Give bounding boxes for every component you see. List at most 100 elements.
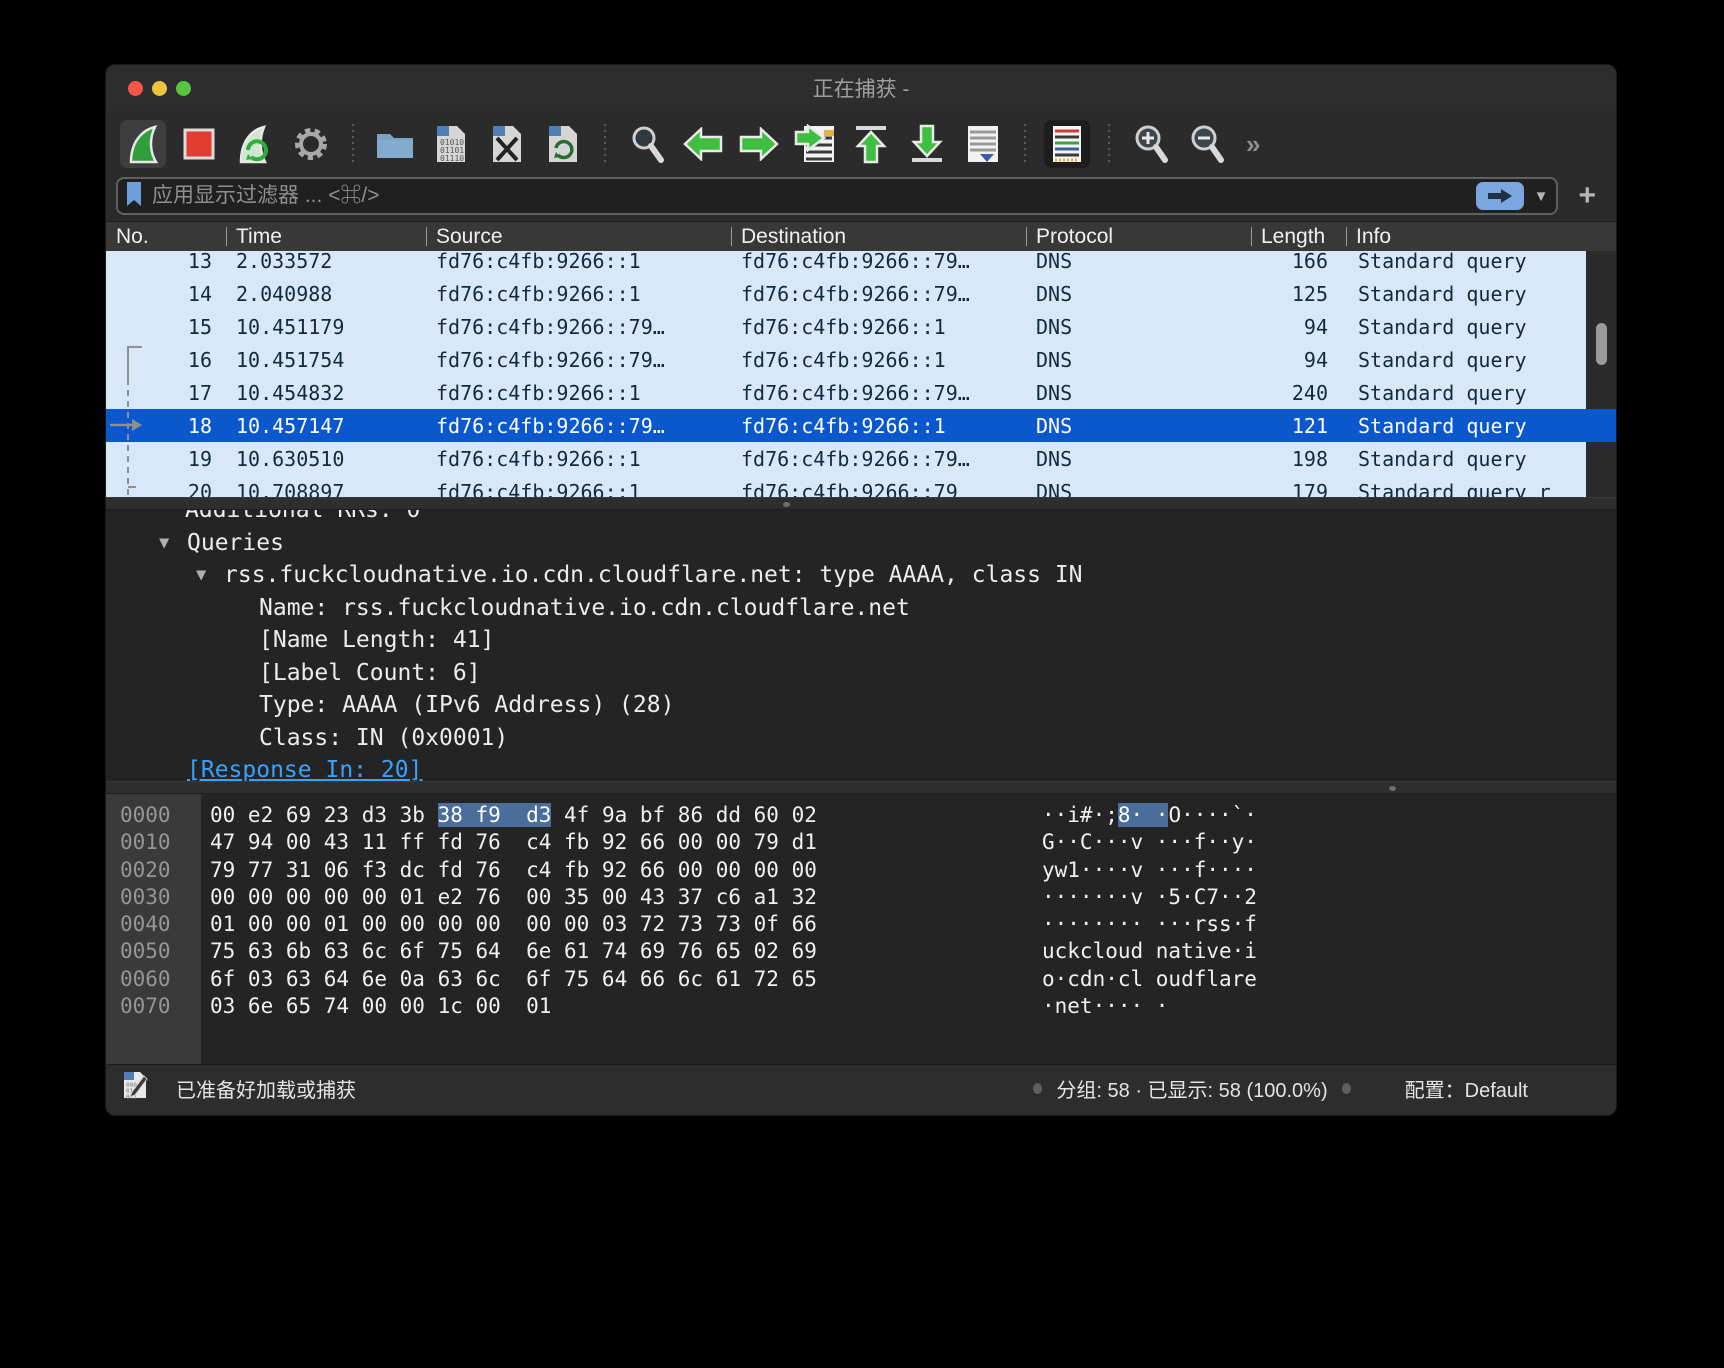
reload-document-icon: [547, 124, 579, 164]
hex-row[interactable]: 005075 63 6b 63 6c 6f 75 64 6e 61 74 69 …: [106, 938, 1616, 965]
cell-no: 19: [106, 447, 226, 471]
column-header-protocol[interactable]: Protocol: [1026, 222, 1251, 251]
close-file-button[interactable]: [484, 120, 530, 168]
tree-row[interactable]: ▼rss.fuckcloudnative.io.cdn.cloudflare.n…: [106, 559, 1616, 592]
tree-row[interactable]: [Name Length: 41]: [106, 624, 1616, 657]
packet-row[interactable]: 13 2.033572 fd76:c4fb:9266::1 fd76:c4fb:…: [106, 251, 1586, 277]
zoom-window-button[interactable]: [176, 81, 191, 96]
cell-length: 166: [1251, 251, 1346, 273]
hex-offset: 0070: [106, 993, 201, 1020]
expander-triangle-icon[interactable]: ▼: [196, 559, 224, 592]
go-to-packet-button[interactable]: [792, 120, 838, 168]
capture-options-button[interactable]: [288, 120, 334, 168]
packet-row[interactable]: 16 10.451754 fd76:c4fb:9266::79… fd76:c4…: [106, 343, 1586, 376]
pane-splitter-bottom[interactable]: [106, 781, 1616, 794]
cell-no: 20: [106, 480, 226, 498]
hex-offset: 0060: [106, 966, 201, 993]
stop-capture-button[interactable]: [176, 120, 222, 168]
bookmark-icon[interactable]: [124, 180, 144, 213]
tree-row[interactable]: ▼Queries: [106, 527, 1616, 560]
tree-row[interactable]: Type: AAAA (IPv6 Address) (28): [106, 689, 1616, 722]
packet-row[interactable]: 18 10.457147 fd76:c4fb:9266::79… fd76:c4…: [106, 409, 1616, 442]
hex-offset: 0010: [106, 829, 201, 856]
zoom-out-icon: [1188, 124, 1226, 164]
reload-file-button[interactable]: [540, 120, 586, 168]
tree-row[interactable]: [Response In: 20]: [106, 754, 1616, 781]
packet-row[interactable]: 14 2.040988 fd76:c4fb:9266::1 fd76:c4fb:…: [106, 277, 1586, 310]
tree-row[interactable]: [Label Count: 6]: [106, 657, 1616, 690]
detail-tree: ▼Queries ▼rss.fuckcloudnative.io.cdn.clo…: [106, 527, 1616, 782]
close-window-button[interactable]: [128, 81, 143, 96]
hex-row[interactable]: 004001 00 00 01 00 00 00 00 00 00 03 72 …: [106, 911, 1616, 938]
hex-bytes: 47 94 00 43 11 ff fd 76 c4 fb 92 66 00 0…: [201, 829, 817, 856]
go-last-button[interactable]: [904, 120, 950, 168]
packet-row[interactable]: 20 10.708897 fd76:c4fb:9266::1 fd76:c4fb…: [106, 475, 1586, 497]
save-file-button[interactable]: 01010 01101 01110: [428, 120, 474, 168]
cell-source: fd76:c4fb:9266::79…: [426, 348, 731, 372]
cell-length: 240: [1251, 381, 1346, 405]
display-filter-field[interactable]: ▼: [116, 177, 1558, 215]
restart-capture-button[interactable]: [232, 120, 278, 168]
tree-row[interactable]: Class: IN (0x0001): [106, 722, 1616, 755]
zoom-out-button[interactable]: [1184, 120, 1230, 168]
column-header-length[interactable]: Length: [1251, 222, 1346, 251]
packet-row[interactable]: 17 10.454832 fd76:c4fb:9266::1 fd76:c4fb…: [106, 376, 1586, 409]
cell-info: Standard query: [1346, 282, 1586, 306]
wireshark-window: 正在捕获 -: [105, 64, 1617, 1116]
column-header-source[interactable]: Source: [426, 222, 731, 251]
go-forward-button[interactable]: [736, 120, 782, 168]
packet-list-header: No. Time Source Destination Protocol Len…: [106, 221, 1616, 251]
cell-protocol: DNS: [1026, 282, 1251, 306]
hex-row[interactable]: 002079 77 31 06 f3 dc fd 76 c4 fb 92 66 …: [106, 857, 1616, 884]
packet-bytes-pane: 000000 e2 69 23 d3 3b 38 f9 d3 4f 9a bf …: [106, 794, 1616, 1064]
minimize-window-button[interactable]: [152, 81, 167, 96]
open-file-button[interactable]: [372, 120, 418, 168]
toolbar-separator: [1024, 124, 1026, 164]
cell-source: fd76:c4fb:9266::79…: [426, 315, 731, 339]
cell-time: 10.708897: [226, 480, 426, 498]
zoom-in-button[interactable]: [1128, 120, 1174, 168]
packet-list: 13 2.033572 fd76:c4fb:9266::1 fd76:c4fb:…: [106, 251, 1616, 497]
shark-fin-icon: [124, 124, 162, 164]
column-header-time[interactable]: Time: [226, 222, 426, 251]
hex-row[interactable]: 00606f 03 63 64 6e 0a 63 6c 6f 75 64 66 …: [106, 966, 1616, 993]
cell-protocol: DNS: [1026, 348, 1251, 372]
splitter-grip: [783, 502, 790, 507]
cell-protocol: DNS: [1026, 315, 1251, 339]
column-header-destination[interactable]: Destination: [731, 222, 1026, 251]
hex-row[interactable]: 001047 94 00 43 11 ff fd 76 c4 fb 92 66 …: [106, 829, 1616, 856]
packet-row[interactable]: 19 10.630510 fd76:c4fb:9266::1 fd76:c4fb…: [106, 442, 1586, 475]
hex-bytes: 75 63 6b 63 6c 6f 75 64 6e 61 74 69 76 6…: [201, 938, 817, 965]
cell-length: 121: [1251, 414, 1346, 438]
cell-info: Standard query: [1346, 315, 1586, 339]
hex-row[interactable]: 003000 00 00 00 00 01 e2 76 00 35 00 43 …: [106, 884, 1616, 911]
expander-triangle-icon[interactable]: ▼: [159, 527, 187, 560]
go-back-button[interactable]: [680, 120, 726, 168]
profile-text[interactable]: 配置：Default: [1405, 1074, 1528, 1103]
expert-info-icon[interactable]: 000010011: [122, 1070, 148, 1106]
find-packet-button[interactable]: [624, 120, 670, 168]
go-first-button[interactable]: [848, 120, 894, 168]
status-grip-dot: [1342, 1083, 1351, 1094]
hex-row[interactable]: 000000 e2 69 23 d3 3b 38 f9 d3 4f 9a bf …: [106, 802, 1616, 829]
packet-rows: 13 2.033572 fd76:c4fb:9266::1 fd76:c4fb:…: [106, 251, 1616, 497]
column-header-no[interactable]: No.: [106, 222, 226, 251]
hex-offset: 0050: [106, 938, 201, 965]
column-header-info[interactable]: Info: [1346, 222, 1616, 251]
packet-row[interactable]: 15 10.451179 fd76:c4fb:9266::79… fd76:c4…: [106, 310, 1586, 343]
add-filter-button[interactable]: +: [1570, 179, 1604, 213]
apply-filter-button[interactable]: [1476, 182, 1524, 210]
hex-ascii: ·net···· ·: [1042, 993, 1168, 1020]
start-capture-button[interactable]: [120, 120, 166, 168]
colorize-button[interactable]: [1044, 120, 1090, 168]
hex-offset: 0000: [106, 802, 201, 829]
pane-splitter-top[interactable]: [106, 497, 1616, 510]
toolbar-overflow-button[interactable]: »: [1246, 129, 1257, 160]
auto-scroll-button[interactable]: [960, 120, 1006, 168]
filter-dropdown-caret[interactable]: ▼: [1534, 188, 1549, 205]
goto-packet-icon: [794, 124, 836, 164]
hex-row[interactable]: 007003 6e 65 74 00 00 1c 00 01·net···· ·: [106, 993, 1616, 1020]
tree-row[interactable]: Name: rss.fuckcloudnative.io.cdn.cloudfl…: [106, 592, 1616, 625]
tree-row-clipped[interactable]: Additional RRs: 0: [106, 510, 1616, 527]
display-filter-input[interactable]: [152, 184, 1468, 208]
